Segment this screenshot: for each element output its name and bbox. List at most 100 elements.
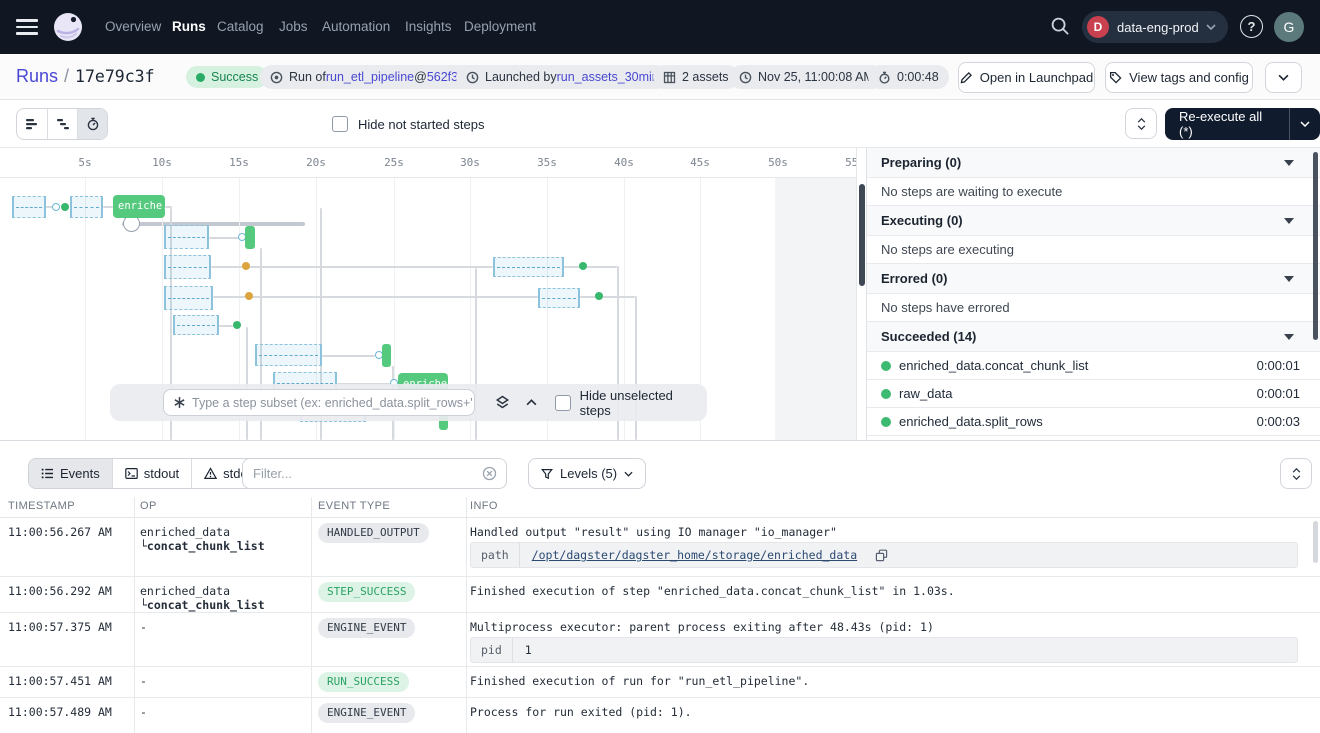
metadata-entry: pid 1 — [470, 637, 1298, 663]
menu-icon[interactable] — [16, 19, 38, 35]
copy-icon[interactable] — [875, 549, 888, 562]
metadata-entry: path /opt/dagster/dagster_home/storage/e… — [470, 542, 1298, 568]
filter-input[interactable] — [243, 466, 482, 481]
gantt-scrollbar-thumb[interactable] — [859, 184, 865, 286]
layout-timed-button[interactable] — [77, 109, 107, 139]
chevron-down-icon — [624, 471, 633, 477]
gantt-dot — [579, 262, 587, 270]
success-dot-icon — [881, 389, 891, 399]
search-icon[interactable] — [1050, 16, 1070, 36]
nav-automation[interactable]: Automation — [322, 0, 390, 54]
view-tags-config-button[interactable]: View tags and config — [1105, 62, 1253, 93]
hide-unselected-checkbox[interactable] — [555, 395, 571, 411]
clock-icon — [466, 71, 479, 84]
log-row[interactable]: 11:00:57.451 AM - RUN_SUCCESS Finished e… — [0, 667, 1320, 698]
tab-stdout[interactable]: stdout — [112, 459, 191, 488]
gantt-pending — [70, 196, 103, 218]
event-type-badge: HANDLED_OUTPUT — [318, 523, 429, 543]
hide-not-started-checkbox[interactable] — [332, 116, 348, 132]
hide-unselected-label: Hide unselected steps — [580, 388, 707, 418]
chevron-down-icon — [1284, 276, 1294, 282]
log-expand-button[interactable] — [1280, 458, 1312, 489]
reexecute-all-button[interactable]: Re-execute all (*) — [1165, 108, 1320, 140]
gantt-dot — [595, 292, 603, 300]
axis-tick-label: 25s — [364, 156, 424, 169]
dependency-line — [211, 266, 493, 268]
errored-empty-text: No steps have errored — [867, 294, 1320, 322]
chevron-down-icon — [1206, 24, 1216, 30]
help-icon[interactable]: ? — [1240, 15, 1263, 38]
gantt-pending — [164, 286, 213, 310]
layout-flat-button[interactable] — [17, 109, 47, 139]
nav-jobs[interactable]: Jobs — [279, 0, 308, 54]
gantt-scrollbar — [856, 148, 866, 440]
nav-catalog[interactable]: Catalog — [217, 0, 264, 54]
log-row[interactable]: 11:00:57.489 AM - ENGINE_EVENT Process f… — [0, 698, 1320, 733]
gantt-pending — [255, 344, 322, 366]
tag-launched-by[interactable]: Launched by run_assets_30min — [456, 65, 669, 89]
gantt-odot — [242, 262, 250, 270]
log-row[interactable]: 11:00:56.267 AM enriched_data└concat_chu… — [0, 518, 1320, 577]
gantt-pending — [12, 196, 46, 218]
events-panel: Events stdout stderr Levels (5) TIME — [0, 440, 1320, 733]
chevron-down-icon — [1278, 74, 1289, 81]
levels-dropdown[interactable]: Levels (5) — [528, 458, 646, 489]
gantt-mini[interactable] — [245, 226, 255, 249]
caret-up-icon[interactable] — [526, 399, 537, 406]
step-row[interactable]: enriched_data.split_rows 0:00:03 — [867, 408, 1320, 436]
layout-waterfall-button[interactable] — [47, 109, 77, 139]
section-succeeded[interactable]: Succeeded (14) — [867, 322, 1320, 352]
dagster-logo-icon[interactable] — [52, 11, 84, 43]
dependency-line — [213, 296, 538, 298]
gantt-mini[interactable] — [382, 344, 391, 367]
log-row[interactable]: 11:00:56.292 AM enriched_data└concat_chu… — [0, 577, 1320, 613]
step-row[interactable]: raw_data 0:00:01 — [867, 380, 1320, 408]
preparing-empty-text: No steps are waiting to execute — [867, 178, 1320, 206]
user-avatar[interactable]: G — [1274, 12, 1304, 42]
step-duration: 0:00:03 — [1257, 414, 1300, 429]
panel-scrollbar-thumb[interactable] — [1313, 152, 1318, 340]
gantt-ring — [52, 203, 60, 211]
breadcrumb-runs-link[interactable]: Runs — [16, 66, 58, 86]
log-table-header: TIMESTAMP OP EVENT TYPE INFO — [0, 497, 1320, 518]
gantt-pending — [538, 288, 580, 308]
path-link[interactable]: /opt/dagster/dagster_home/storage/enrich… — [520, 548, 869, 562]
reexecute-dropdown-caret[interactable] — [1289, 108, 1320, 140]
section-errored[interactable]: Errored (0) — [867, 264, 1320, 294]
tab-events[interactable]: Events — [29, 459, 112, 488]
workspace-switcher[interactable]: D data-eng-prod — [1082, 11, 1228, 43]
gantt-pending — [493, 257, 564, 277]
section-executing[interactable]: Executing (0) — [867, 206, 1320, 236]
section-preparing[interactable]: Preparing (0) — [867, 148, 1320, 178]
nav-overview[interactable]: Overview — [105, 0, 161, 54]
success-dot-icon — [881, 361, 891, 371]
gantt-dot — [233, 321, 241, 329]
step-duration: 0:00:01 — [1257, 386, 1300, 401]
tag-date[interactable]: Nov 25, 11:00:08 AM — [729, 65, 884, 89]
log-row[interactable]: 11:00:57.375 AM - ENGINE_EVENT Multiproc… — [0, 613, 1320, 667]
nav-runs[interactable]: Runs — [172, 0, 206, 54]
success-dot-icon — [196, 73, 205, 82]
tag-icon — [1109, 71, 1122, 84]
chevron-down-icon — [1284, 160, 1294, 166]
clear-filter-icon[interactable] — [482, 466, 497, 481]
expand-collapse-button[interactable] — [1125, 108, 1157, 139]
nav-deployment[interactable]: Deployment — [464, 0, 536, 54]
events-scrollbar-thumb[interactable] — [1313, 521, 1318, 563]
header-more-button[interactable] — [1265, 62, 1302, 93]
gantt-pending — [164, 255, 211, 279]
chevron-down-icon — [1284, 218, 1294, 224]
tag-run-of[interactable]: Run of run_etl_pipeline @ 562f39bc — [260, 65, 488, 89]
funnel-icon — [541, 468, 553, 480]
gantt-dot — [61, 203, 69, 211]
gantt-steplabel[interactable]: enriche. — [113, 195, 165, 218]
nav-insights[interactable]: Insights — [405, 0, 452, 54]
tag-assets[interactable]: 2 assets — [653, 65, 739, 89]
step-row[interactable]: enriched_data.concat_chunk_list 0:00:01 — [867, 352, 1320, 380]
layers-icon[interactable] — [495, 395, 510, 410]
axis-tick-label: 10s — [132, 156, 192, 169]
open-in-launchpad-button[interactable]: Open in Launchpad — [958, 62, 1095, 93]
step-subset-input[interactable] — [192, 396, 472, 410]
clock-icon — [739, 71, 752, 84]
tag-duration[interactable]: 0:00:48 — [868, 65, 949, 89]
